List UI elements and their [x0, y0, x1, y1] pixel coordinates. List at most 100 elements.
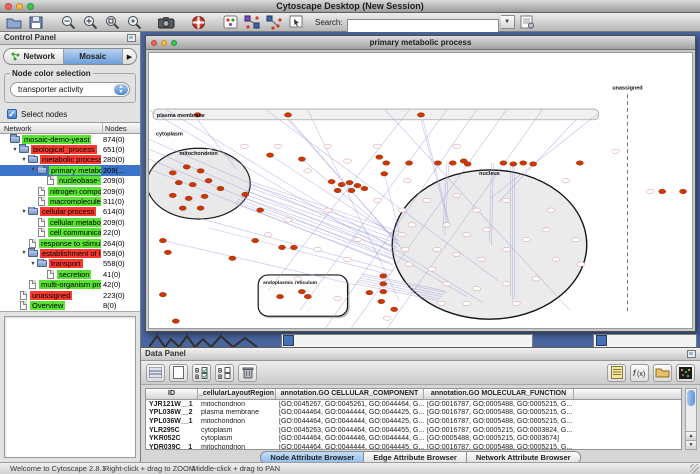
tab-overflow-arrow-icon[interactable]: ▶: [123, 49, 136, 64]
help-lifering-icon[interactable]: [189, 14, 207, 30]
import-network-icon[interactable]: [243, 14, 261, 30]
selected-gene-node[interactable]: [197, 206, 204, 211]
selected-gene-node[interactable]: [164, 250, 171, 255]
selected-gene-node[interactable]: [175, 180, 182, 185]
selected-gene-node[interactable]: [376, 155, 383, 160]
table-row-YDR039C__1[interactable]: YDR039C__1mitochondrion[GO:0044464, GO:0…: [146, 443, 681, 450]
unselect-attributes-icon[interactable]: BB: [215, 364, 234, 382]
zoom-in-icon[interactable]: [81, 14, 99, 30]
gene-node[interactable]: [274, 144, 282, 148]
gene-node[interactable]: [443, 282, 451, 286]
expander-icon[interactable]: ▼: [29, 261, 37, 267]
selected-gene-node[interactable]: [380, 289, 387, 294]
gene-node[interactable]: [612, 149, 620, 153]
gene-node[interactable]: [353, 237, 361, 241]
selected-gene-node[interactable]: [381, 172, 388, 177]
selected-gene-node[interactable]: [354, 183, 361, 188]
gene-node[interactable]: [512, 301, 520, 305]
expander-icon[interactable]: ▼: [29, 167, 37, 173]
table-scrollbar[interactable]: ▲ ▼: [685, 388, 697, 450]
gene-node[interactable]: [438, 301, 446, 305]
selected-gene-node[interactable]: [252, 238, 259, 243]
gene-node[interactable]: [463, 233, 471, 237]
selected-gene-node[interactable]: [189, 182, 196, 187]
column-header-2[interactable]: annotation.GO CELLULAR_COMPONENT: [276, 389, 424, 399]
tree-row-mosaic-demo-yeast[interactable]: mosaic-demo-yeast874(0): [0, 134, 140, 144]
tree-row-nucleobase-[interactable]: nucleobase-209(0): [0, 176, 140, 186]
gene-node[interactable]: [334, 296, 342, 300]
selected-gene-node[interactable]: [278, 245, 285, 250]
tab-mosaic[interactable]: Mosaic: [64, 49, 124, 64]
zoom-out-icon[interactable]: [59, 14, 77, 30]
attribute-grid-icon[interactable]: [146, 364, 165, 382]
node-color-dropdown[interactable]: transporter activity ▲▼: [10, 82, 130, 97]
selected-gene-node[interactable]: [659, 189, 666, 194]
selected-gene-node[interactable]: [361, 186, 368, 191]
gene-node[interactable]: [403, 179, 411, 183]
gene-node[interactable]: [572, 237, 580, 241]
select-nodes-checkbox[interactable]: ✓: [7, 109, 17, 119]
gene-node[interactable]: [577, 262, 585, 266]
zoom-selected-icon[interactable]: [103, 14, 121, 30]
gene-node[interactable]: [502, 247, 510, 251]
gene-node[interactable]: [405, 262, 413, 266]
gene-node[interactable]: [502, 282, 510, 286]
gene-node[interactable]: [502, 198, 510, 202]
selected-gene-node[interactable]: [159, 238, 166, 243]
gene-node[interactable]: [324, 208, 332, 212]
snapshot-camera-icon[interactable]: [157, 14, 175, 30]
matrix-icon[interactable]: [676, 364, 695, 382]
expander-icon[interactable]: ▼: [20, 209, 28, 215]
zoom-fit-icon[interactable]: [125, 14, 143, 30]
background-network-silhouette[interactable]: [149, 334, 269, 347]
scrollbar-thumb[interactable]: [687, 390, 695, 406]
selected-gene-node[interactable]: [366, 290, 373, 295]
gene-node[interactable]: [453, 252, 461, 256]
gene-node[interactable]: [646, 189, 654, 193]
selected-gene-node[interactable]: [500, 161, 507, 166]
function-builder-icon[interactable]: f(x): [630, 364, 649, 382]
tree-row-secretion[interactable]: secretion41(0): [0, 269, 140, 279]
gene-node[interactable]: [463, 301, 471, 305]
gene-node[interactable]: [383, 316, 391, 320]
selected-gene-node[interactable]: [679, 189, 686, 194]
selected-gene-node[interactable]: [328, 179, 335, 184]
gene-node[interactable]: [398, 208, 406, 212]
gene-node[interactable]: [423, 198, 431, 202]
gene-node[interactable]: [562, 179, 570, 183]
scroll-up-icon[interactable]: ▲: [686, 431, 696, 440]
search-config-icon[interactable]: [519, 14, 537, 30]
import-attributes-icon[interactable]: [607, 364, 626, 382]
tab-network[interactable]: Network: [4, 49, 64, 64]
tree-column-network[interactable]: Network: [0, 123, 102, 133]
selected-gene-node[interactable]: [197, 169, 204, 174]
selected-gene-node[interactable]: [284, 113, 291, 118]
float-panel-icon[interactable]: [127, 34, 136, 42]
open-attributes-folder-icon[interactable]: [653, 364, 672, 382]
search-dropdown-arrow-icon[interactable]: ▼: [501, 15, 515, 29]
table-row-YPL036W__1[interactable]: YPL036W__1mitochondrion[GO:0044464, GO:0…: [146, 417, 681, 426]
gene-node[interactable]: [264, 233, 272, 237]
tree-row-cellular-process[interactable]: ▼cellular process614(0): [0, 207, 140, 217]
selected-gene-node[interactable]: [217, 186, 224, 191]
column-header-1[interactable]: _cellularLayoutRegion: [198, 389, 276, 399]
selected-gene-node[interactable]: [242, 192, 249, 197]
selected-gene-node[interactable]: [406, 161, 413, 166]
selected-gene-node[interactable]: [205, 178, 212, 183]
gene-node[interactable]: [401, 247, 409, 251]
expander-icon[interactable]: ▼: [11, 147, 19, 153]
network-view-window[interactable]: primary metabolic process plasma membran…: [145, 35, 696, 332]
tree-row-unassigned[interactable]: unassigned223(0): [0, 290, 140, 300]
table-row-YKR052C[interactable]: YKR052Ccytoplasm[GO:0044464, GO:0044446,…: [146, 434, 681, 443]
selected-gene-node[interactable]: [304, 294, 311, 299]
gene-node[interactable]: [284, 218, 292, 222]
selected-gene-node[interactable]: [530, 162, 537, 167]
selected-gene-node[interactable]: [185, 196, 192, 201]
tree-row-metabolic-process[interactable]: ▼metabolic process280(0): [0, 155, 140, 165]
gene-node[interactable]: [408, 223, 416, 227]
table-row-YPL036W__2[interactable]: YPL036W__2plasma membrane[GO:0044464, GO…: [146, 409, 681, 418]
tree-row-macromolecule[interactable]: macromolecule311(0): [0, 196, 140, 206]
selected-gene-node[interactable]: [290, 245, 297, 250]
tree-row-establishment-of-lo[interactable]: ▼establishment of lo558(0): [0, 248, 140, 258]
selected-gene-node[interactable]: [169, 171, 176, 176]
